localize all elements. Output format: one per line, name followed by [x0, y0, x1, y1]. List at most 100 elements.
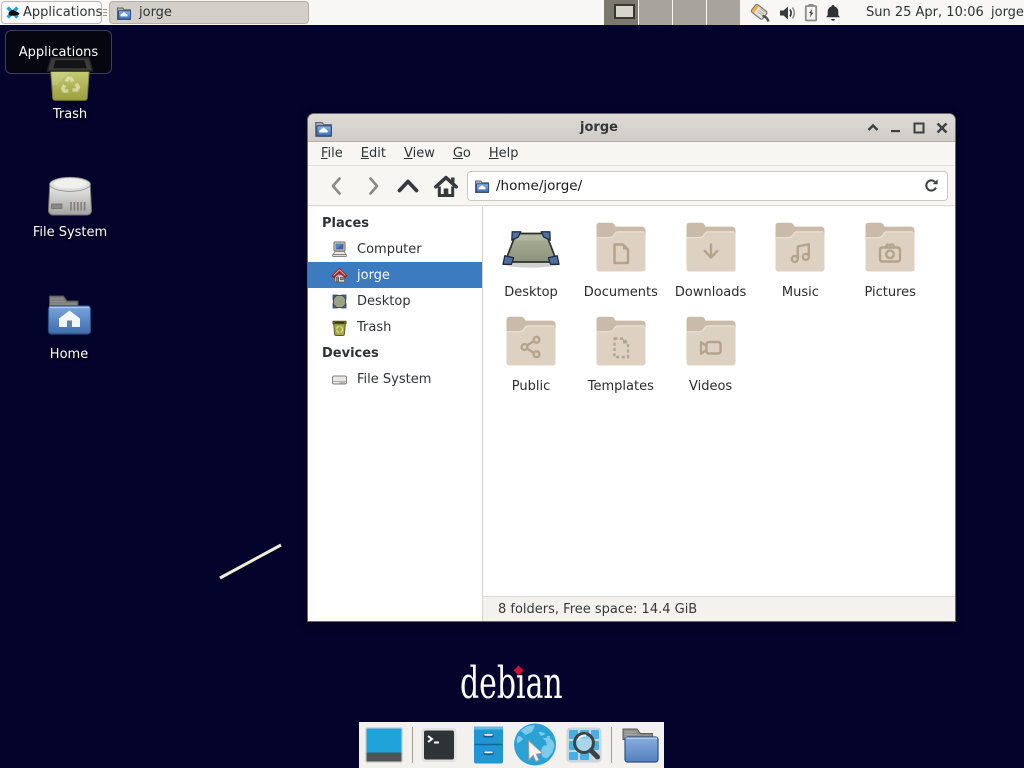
dock-separator [412, 727, 413, 763]
workspace-2[interactable] [638, 0, 672, 25]
window-title: jorge [308, 114, 890, 142]
sidebar-header-places: Places [308, 210, 482, 236]
computer-icon [331, 241, 348, 258]
folder-videos-icon [666, 316, 756, 368]
network-icon[interactable] [749, 3, 772, 23]
file-item-desktop[interactable]: Desktop [486, 222, 576, 300]
forward-button[interactable] [357, 170, 389, 202]
maximize-icon [912, 121, 926, 135]
up-icon [396, 175, 420, 197]
reload-icon[interactable] [923, 178, 939, 194]
location-path: /home/jorge/ [496, 178, 923, 194]
workspace-1[interactable] [604, 0, 638, 25]
menubar: FileEditViewGoHelp [308, 142, 955, 166]
sidebar-item-trash[interactable]: Trash [308, 314, 482, 340]
taskbar-window-label: jorge [139, 5, 172, 20]
trash-icon [22, 56, 118, 102]
workspace-switcher[interactable] [604, 0, 740, 25]
show-desktop-launcher[interactable] [364, 725, 404, 765]
menu-help[interactable]: Help [480, 146, 528, 161]
file-item-public[interactable]: Public [486, 316, 576, 394]
window-titlebar[interactable]: jorge [308, 114, 955, 142]
file-item-videos[interactable]: Videos [666, 316, 756, 394]
file-manager-launcher[interactable] [619, 725, 661, 765]
show-desktop-icon [364, 725, 404, 765]
forward-icon [362, 175, 384, 197]
notifications-icon[interactable] [824, 3, 842, 22]
shade-button[interactable] [861, 116, 884, 140]
file-cabinet-icon [472, 725, 505, 765]
main-column: Desktop Documents Downloads Music Pictur… [483, 207, 955, 621]
menu-go[interactable]: Go [444, 146, 480, 161]
app-finder-launcher[interactable] [565, 726, 603, 764]
sidebar-item-jorge[interactable]: jorge [308, 262, 482, 288]
statusbar-text: 8 folders, Free space: 14.4 GiB [498, 602, 697, 617]
toolbar: /home/jorge/ [308, 166, 955, 206]
file-list: Desktop Documents Downloads Music Pictur… [483, 207, 955, 596]
xfce-logo-icon [5, 5, 20, 20]
statusbar: 8 folders, Free space: 14.4 GiB [483, 596, 955, 621]
maximize-button[interactable] [907, 116, 930, 140]
debian-wordmark: debıan [460, 659, 563, 709]
wallpaper-swoosh [215, 540, 290, 585]
location-folder-icon [474, 178, 490, 194]
drive-icon [331, 371, 348, 388]
location-bar[interactable]: /home/jorge/ [467, 171, 948, 201]
menu-file[interactable]: File [312, 146, 352, 161]
file-cabinet-launcher[interactable] [472, 725, 505, 765]
desktop-pad-icon [486, 222, 576, 274]
panel-clock[interactable]: Sun 25 Apr, 10:06 [866, 0, 984, 25]
folder-pictures-icon [845, 222, 935, 274]
desktop-icon-home[interactable]: Home [21, 294, 117, 362]
volume-icon[interactable] [778, 4, 798, 22]
desktop-icon-file-system[interactable]: File System [22, 175, 118, 240]
shade-icon [866, 121, 880, 135]
folder-templates-icon [576, 316, 666, 368]
debian-wallpaper-logo: debıan [460, 659, 611, 709]
workspace-window-preview [614, 4, 635, 19]
panel-separator-handle[interactable] [102, 0, 108, 25]
file-item-documents[interactable]: Documents [576, 222, 666, 300]
bottom-dock-panel [359, 722, 664, 768]
sidebar-item-desktop[interactable]: Desktop [308, 288, 482, 314]
terminal-launcher[interactable] [420, 726, 458, 764]
home-icon [331, 267, 348, 284]
applications-menu-label: Applications [23, 5, 102, 20]
up-button[interactable] [392, 170, 424, 202]
applications-menu-button[interactable]: Applications [1, 1, 102, 24]
close-button[interactable] [930, 116, 953, 140]
close-icon [935, 121, 949, 135]
places-sidebar: Places Computer jorge Desktop TrashDevic… [308, 207, 483, 621]
folder-home-icon [116, 5, 132, 21]
minimize-button[interactable] [884, 116, 907, 140]
file-item-downloads[interactable]: Downloads [666, 222, 756, 300]
sidebar-header-devices: Devices [308, 340, 482, 366]
workspace-4[interactable] [706, 0, 740, 25]
window-controls [861, 114, 953, 142]
drive-icon [22, 175, 118, 217]
back-icon [326, 175, 348, 197]
home-button[interactable] [430, 170, 462, 202]
home-icon [433, 174, 459, 198]
panel-username[interactable]: jorge [991, 0, 1024, 25]
trash-icon [331, 319, 348, 336]
taskbar-window-button[interactable]: jorge [109, 1, 309, 24]
folder-public-icon [486, 316, 576, 368]
file-item-templates[interactable]: Templates [576, 316, 666, 394]
file-item-music[interactable]: Music [755, 222, 845, 300]
folder-documents-icon [576, 222, 666, 274]
app-finder-icon [565, 726, 603, 764]
battery-icon[interactable] [804, 3, 818, 22]
desktop-icon-trash[interactable]: Trash [22, 56, 118, 122]
file-item-pictures[interactable]: Pictures [845, 222, 935, 300]
workspace-3[interactable] [672, 0, 706, 25]
back-button[interactable] [321, 170, 353, 202]
file-manager-icon [619, 725, 661, 765]
desktop-icon [331, 293, 348, 310]
sidebar-item-file-system[interactable]: File System [308, 366, 482, 392]
menu-view[interactable]: View [395, 146, 444, 161]
window-body: Places Computer jorge Desktop TrashDevic… [308, 207, 955, 621]
menu-edit[interactable]: Edit [352, 146, 395, 161]
sidebar-item-computer[interactable]: Computer [308, 236, 482, 262]
browser-launcher[interactable] [513, 723, 557, 767]
